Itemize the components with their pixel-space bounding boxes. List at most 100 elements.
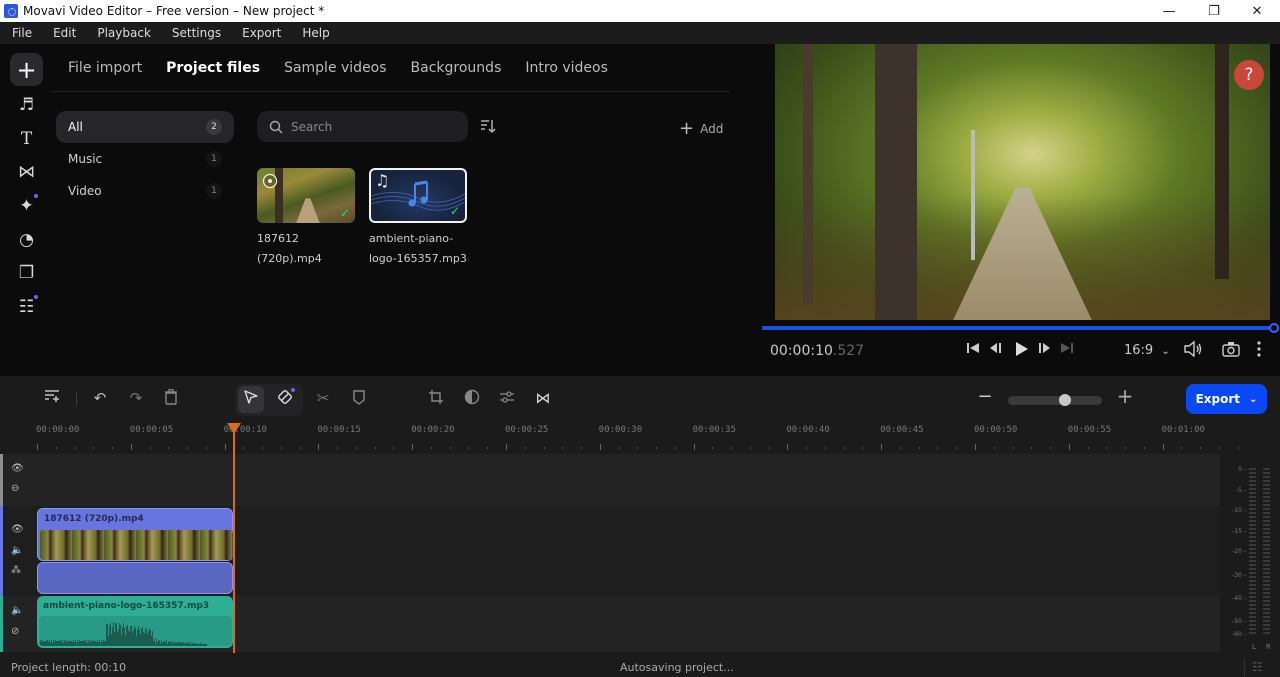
ruler-tick <box>412 444 414 450</box>
tab-intro-videos[interactable]: Intro videos <box>525 60 608 76</box>
media-item-video[interactable]: ✓ 187612 (720p).mp4 <box>257 168 357 269</box>
ruler-minor-tick <box>899 447 901 449</box>
maximize-button[interactable]: ❐ <box>1191 0 1237 22</box>
timeline-ruler[interactable]: 00:00:00 00:00:05 00:00:10 00:00:15 00:00:20… <box>0 422 1239 454</box>
eye-icon[interactable]: 👁 <box>11 463 24 474</box>
cut-button[interactable]: ✂ <box>312 389 334 407</box>
menu-playback[interactable]: Playback <box>85 26 160 40</box>
menu-settings[interactable]: Settings <box>160 26 230 40</box>
unlink-icon[interactable]: ⊘ <box>11 626 19 637</box>
meter-toggle-icon[interactable]: ☷ <box>1252 660 1263 674</box>
clip-properties-button[interactable] <box>496 389 518 409</box>
video-audio-clip[interactable] <box>37 562 233 594</box>
preview-progress-knob[interactable] <box>1269 323 1279 333</box>
skip-to-end-button[interactable] <box>1060 341 1074 359</box>
close-button[interactable]: ✕ <box>1234 0 1280 22</box>
select-tool-button[interactable] <box>240 389 262 409</box>
meter-scale-label: -40 - <box>1232 595 1246 602</box>
tab-sample-videos[interactable]: Sample videos <box>284 60 386 76</box>
meter-segment <box>1263 584 1270 586</box>
transitions-button[interactable]: ⋈ <box>10 155 43 188</box>
next-frame-button[interactable] <box>1037 341 1051 359</box>
next-frame-icon <box>1039 343 1050 353</box>
effects-icon[interactable]: ⁂ <box>11 565 21 576</box>
add-track-button[interactable] <box>41 389 63 407</box>
meter-segment <box>1263 476 1270 478</box>
tab-backgrounds[interactable]: Backgrounds <box>411 60 502 76</box>
meter-segment <box>1249 496 1256 498</box>
speaker-icon[interactable]: 🔈 <box>11 605 23 616</box>
category-label: Video <box>68 184 102 198</box>
meter-segment <box>1263 612 1270 614</box>
crop-button[interactable] <box>425 389 447 409</box>
tab-file-import[interactable]: File import <box>68 60 142 76</box>
link-icon[interactable]: ⊖ <box>11 483 19 494</box>
minus-icon: − <box>977 386 993 407</box>
video-preview[interactable] <box>775 44 1270 320</box>
zoom-in-button[interactable]: + <box>1114 384 1136 408</box>
search-input[interactable] <box>291 119 451 134</box>
zoom-out-button[interactable]: − <box>974 386 996 407</box>
ruler-minor-tick <box>1106 447 1108 449</box>
help-button[interactable]: ? <box>1234 60 1264 90</box>
video-thumbnail: ✓ <box>257 168 355 223</box>
effects-button[interactable]: ✦ <box>10 189 43 222</box>
blade-tool-button[interactable] <box>274 389 296 409</box>
music-button[interactable]: ♬ <box>10 88 43 121</box>
menu-file[interactable]: File <box>0 26 41 40</box>
volume-button[interactable] <box>1183 340 1203 361</box>
category-video[interactable]: Video 1 <box>56 175 234 207</box>
skip-to-start-button[interactable] <box>966 341 980 359</box>
export-button[interactable]: Export ⌄ <box>1186 384 1267 414</box>
import-button[interactable]: + <box>10 53 43 86</box>
previous-frame-button[interactable] <box>989 341 1003 359</box>
file-name: ambient-piano- logo-165357.mp3 <box>369 232 467 265</box>
titles-button[interactable]: T <box>10 122 43 155</box>
undo-button[interactable]: ↶ <box>89 389 111 407</box>
ruler-minor-tick <box>93 447 95 449</box>
marker-button[interactable] <box>348 389 370 409</box>
media-item-audio[interactable]: ♫ ✓ ambient-piano- logo-165357.mp3 <box>369 168 469 269</box>
snapshot-button[interactable] <box>1222 341 1240 361</box>
meter-scale-label: -60 - <box>1232 631 1246 638</box>
playhead[interactable] <box>233 428 235 653</box>
menu-help[interactable]: Help <box>290 26 338 40</box>
speaker-icon[interactable]: 🔈 <box>11 545 23 556</box>
ruler-tick <box>318 444 320 450</box>
transition-wizard-button[interactable]: ⋈ <box>532 389 554 407</box>
stickers-button[interactable]: ◔ <box>10 223 43 256</box>
color-adjust-button[interactable] <box>461 389 483 409</box>
category-all[interactable]: All 2 <box>56 111 234 143</box>
ruler-minor-tick <box>243 447 245 449</box>
add-button[interactable]: + Add <box>679 118 723 139</box>
meter-segment <box>1263 588 1270 590</box>
redo-button[interactable]: ↷ <box>125 389 147 407</box>
video-clip[interactable]: 187612 (720p).mp4 <box>37 508 233 561</box>
tab-project-files[interactable]: Project files <box>166 60 260 76</box>
play-icon <box>1016 342 1028 356</box>
preview-progress-bar[interactable] <box>762 326 1274 330</box>
delete-button[interactable] <box>160 389 182 409</box>
timeline-zoom-slider[interactable] <box>1008 396 1102 405</box>
more-tools-button[interactable]: ☷ <box>10 290 43 323</box>
store-button[interactable]: ❐ <box>10 256 43 289</box>
aspect-ratio-dropdown[interactable]: 16:9 ⌄ <box>1124 343 1170 358</box>
minimize-button[interactable]: — <box>1146 0 1192 22</box>
meter-segment <box>1263 488 1270 490</box>
meter-segment <box>1249 520 1256 522</box>
window-title: Movavi Video Editor – Free version – New… <box>23 4 325 18</box>
more-options-button[interactable] <box>1256 341 1262 361</box>
meter-segment <box>1263 524 1270 526</box>
ruler-minor-tick <box>449 447 451 449</box>
audio-clip[interactable]: ambient-piano-logo-165357.mp3 <box>37 596 233 648</box>
menu-export[interactable]: Export <box>230 26 290 40</box>
eye-icon[interactable]: 👁 <box>11 524 24 535</box>
sort-button[interactable] <box>480 118 496 138</box>
ruler-minor-tick <box>280 447 282 449</box>
meter-segment <box>1263 608 1270 610</box>
timeline-zoom-knob[interactable] <box>1059 394 1071 406</box>
meter-segment <box>1249 624 1256 626</box>
category-music[interactable]: Music 1 <box>56 143 234 175</box>
menu-edit[interactable]: Edit <box>41 26 85 40</box>
play-button[interactable] <box>1013 341 1029 361</box>
